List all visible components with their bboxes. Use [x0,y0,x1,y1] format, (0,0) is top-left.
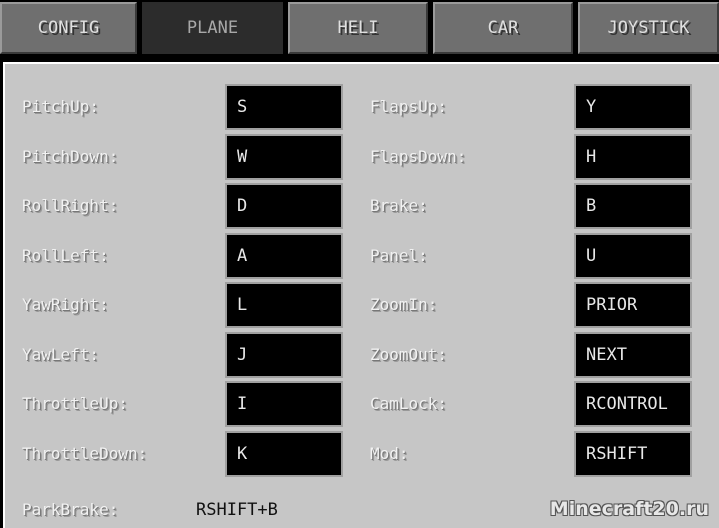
keybind-button[interactable]: NEXT [574,331,692,378]
keybind-button[interactable]: PRIOR [574,282,692,328]
keybind-label: Mod: [370,443,409,463]
keybind-button[interactable]: RSHIFT [574,430,692,477]
keybind-label: Panel: [370,245,428,265]
keybind-button[interactable]: S [225,84,343,130]
keybind-label: PitchDown: [22,146,119,166]
tab-car[interactable]: CAR [433,2,573,54]
park-brake-label: ParkBrake: [22,500,119,519]
watermark: Minecraft20.ru [549,498,709,520]
keybind-label: FlapsDown: [370,146,467,166]
keybind-label: RollLeft: [22,245,109,265]
keybind-button[interactable]: L [225,282,343,328]
tab-heli[interactable]: HELI [288,2,428,54]
keybind-label: PitchUp: [22,97,100,116]
keybind-button[interactable]: I [225,381,343,427]
keybind-label: ZoomOut: [370,344,448,364]
park-brake-value: RSHIFT+B [196,500,278,520]
keybind-label: YawRight: [22,295,109,314]
keybind-label: FlapsUp: [370,97,448,116]
keybind-label: YawLeft: [22,344,100,364]
tab-config[interactable]: CONFIG [0,2,137,54]
keybind-button[interactable]: U [574,232,692,279]
keybind-button[interactable]: H [574,133,692,180]
keybind-button[interactable]: A [225,232,343,279]
keybind-button[interactable]: Y [574,84,692,130]
keybind-button[interactable]: W [225,133,343,180]
keybind-button[interactable]: RCONTROL [574,381,692,427]
keybind-label: ZoomIn: [370,295,438,314]
keybind-button[interactable]: D [225,183,343,229]
keybind-button[interactable]: J [225,331,343,378]
keybind-label: RollRight: [22,196,119,215]
keybind-label: ThrottleUp: [22,394,128,413]
tab-plane[interactable]: PLANE [142,2,283,54]
keybind-label: Brake: [370,196,428,215]
keybind-button[interactable]: K [225,430,343,477]
keybind-button[interactable]: B [574,183,692,229]
keybind-label: CamLock: [370,394,448,413]
keybind-label: ThrottleDown: [22,443,148,463]
tab-joystick[interactable]: JOYSTICK [578,2,719,54]
